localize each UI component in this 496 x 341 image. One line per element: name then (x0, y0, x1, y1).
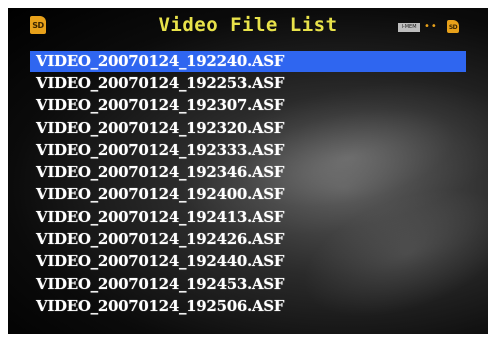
file-list-item[interactable]: VIDEO_20070124_192440.ASF (30, 250, 466, 272)
file-list-item[interactable]: VIDEO_20070124_192400.ASF (30, 183, 466, 205)
file-list-item[interactable]: VIDEO_20070124_192413.ASF (30, 206, 466, 228)
file-list-item[interactable]: VIDEO_20070124_192253.ASF (30, 72, 466, 94)
file-list-item[interactable]: VIDEO_20070124_192426.ASF (30, 228, 466, 250)
file-list-item[interactable]: VIDEO_20070124_192320.ASF (30, 117, 466, 139)
file-list-item-selected[interactable]: VIDEO_20070124_192240.ASF (30, 51, 466, 72)
sd-card-destination-icon: SD (447, 20, 459, 33)
file-list-item[interactable]: VIDEO_20070124_192346.ASF (30, 161, 466, 183)
file-list-item[interactable]: VIDEO_20070124_192506.ASF (30, 295, 466, 317)
video-file-list: VIDEO_20070124_192240.ASF VIDEO_20070124… (30, 51, 466, 317)
file-list-item[interactable]: VIDEO_20070124_192333.ASF (30, 139, 466, 161)
internal-memory-icon: I-MEM (398, 23, 420, 32)
file-list-item[interactable]: VIDEO_20070124_192453.ASF (30, 273, 466, 295)
file-list-item[interactable]: VIDEO_20070124_192307.ASF (30, 94, 466, 116)
page-title: Video File List (158, 14, 338, 36)
transfer-arrows-icon: •• (424, 21, 438, 32)
